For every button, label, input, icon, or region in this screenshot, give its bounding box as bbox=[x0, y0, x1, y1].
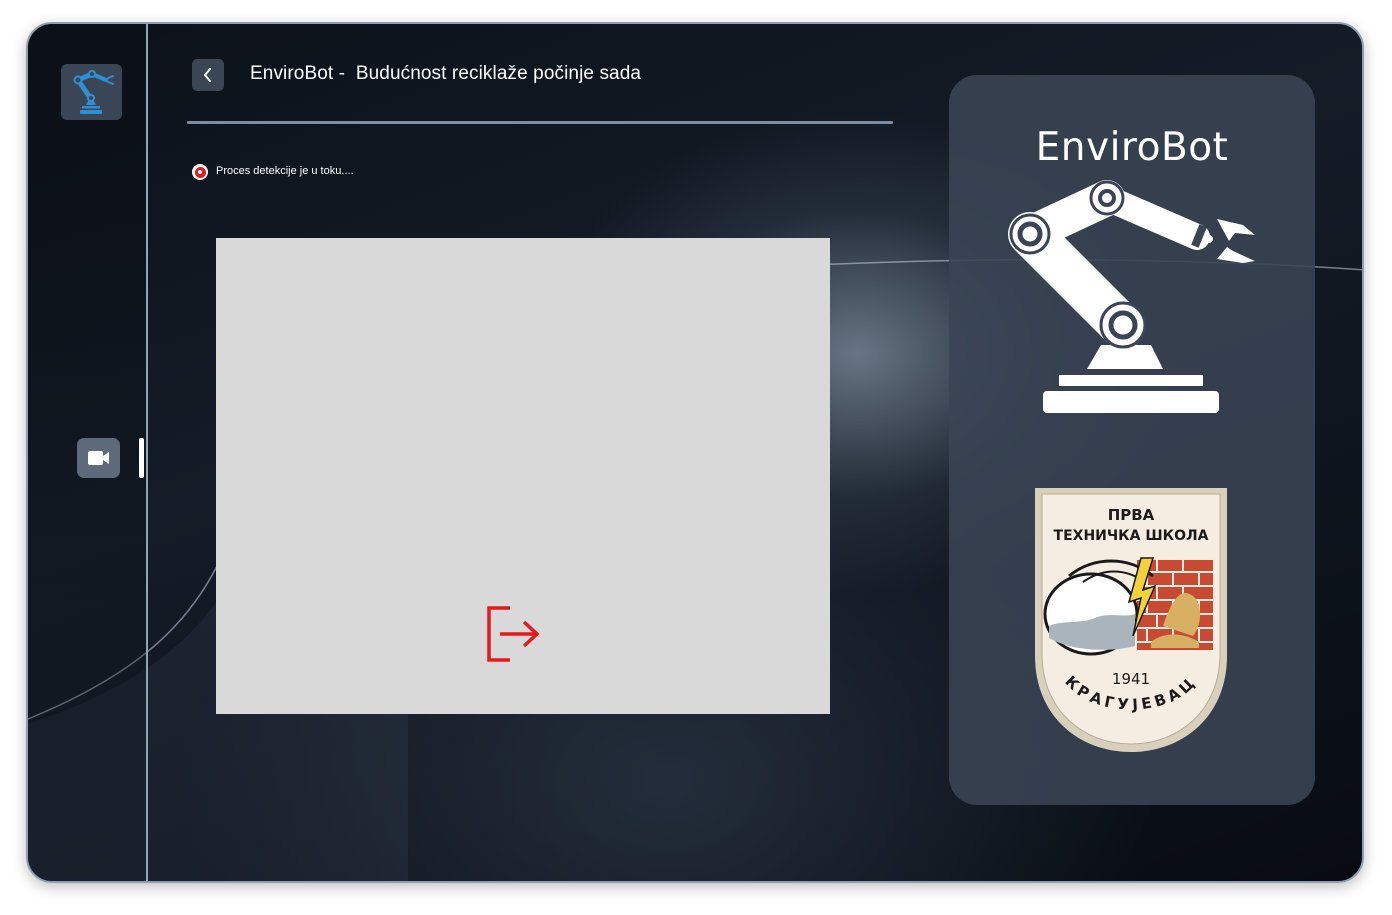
sidebar bbox=[28, 24, 148, 881]
school-crest-logo: ПРВА ТЕХНИЧКА ШКОЛА 1941 КРАГУЈЕВАЦ bbox=[1035, 488, 1227, 752]
robot-arm-illustration bbox=[1008, 180, 1255, 413]
sidebar-item-camera[interactable] bbox=[77, 438, 120, 478]
exit-icon[interactable] bbox=[486, 606, 542, 662]
brand-panel: EnviroBot ПРВА ТЕХНИЧКА ШКОЛА 1941 КРАГУ… bbox=[949, 75, 1315, 805]
back-button[interactable] bbox=[192, 59, 224, 91]
robot-arm-icon bbox=[73, 70, 114, 114]
chevron-left-icon bbox=[204, 68, 211, 82]
app-window: EnviroBot - Budućnost reciklaže počinje … bbox=[26, 22, 1364, 883]
app-logo[interactable] bbox=[61, 64, 122, 120]
svg-text:ТЕХНИЧКА ШКОЛА: ТЕХНИЧКА ШКОЛА bbox=[1054, 528, 1209, 544]
page-title: EnviroBot - Budućnost reciklaže počinje … bbox=[250, 63, 642, 84]
svg-text:ПРВА: ПРВА bbox=[1108, 506, 1155, 524]
header-divider bbox=[187, 121, 893, 124]
active-item-indicator bbox=[139, 438, 144, 478]
brand-title: EnviroBot bbox=[1035, 125, 1229, 170]
recording-indicator-icon bbox=[192, 164, 208, 180]
video-feed bbox=[216, 238, 830, 714]
svg-text:1941: 1941 bbox=[1112, 670, 1150, 688]
status-message: Proces detekcije je u toku.... bbox=[216, 165, 354, 177]
video-camera-icon bbox=[87, 451, 109, 465]
